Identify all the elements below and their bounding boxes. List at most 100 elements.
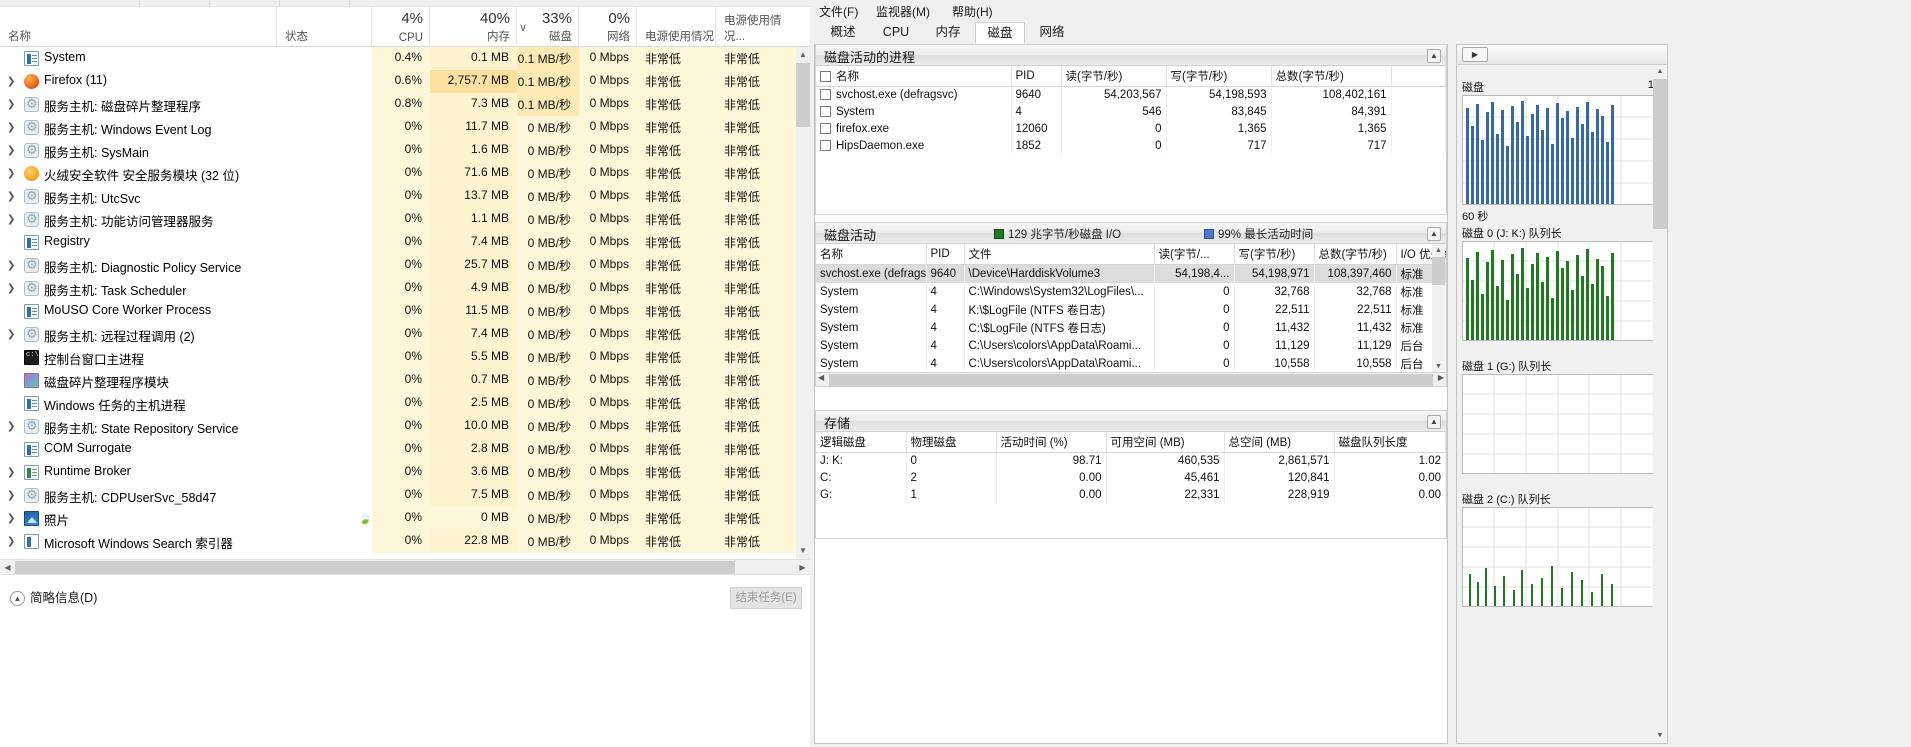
row-checkbox[interactable] — [820, 140, 831, 151]
expand-arrow-icon[interactable]: ❯ — [7, 283, 17, 294]
table-row[interactable]: ❯ 服务主机: CDPUserSvc_58d47 0% 7.5 MB 0 MB/秒 0 M… — [0, 484, 796, 507]
expand-arrow-icon[interactable]: ❯ — [7, 76, 17, 87]
menu-help[interactable]: 帮助(H) — [952, 3, 993, 20]
table-row[interactable]: Windows 任务的主机进程 0% 2.5 MB 0 MB/秒 0 Mbps 非常低 非常… — [0, 392, 796, 415]
table-row[interactable]: 磁盘碎片整理程序模块 0% 0.7 MB 0 MB/秒 0 Mbps 非常低 非常低 — [0, 369, 796, 392]
th-queue-length[interactable]: 磁盘队列长度 — [1334, 432, 1446, 453]
menu-monitor[interactable]: 监视器(M) — [876, 3, 930, 20]
th-free-space[interactable]: 可用空间 (MB) — [1106, 432, 1225, 453]
table-row[interactable]: ❯ 服务主机: Task Scheduler 0% 4.9 MB 0 MB/秒 0 Mbp… — [0, 277, 796, 300]
scroll-thumb-horizontal[interactable] — [829, 374, 1433, 386]
scroll-right-arrow[interactable]: ▶ — [795, 560, 810, 575]
tab-cpu[interactable]: CPU — [871, 22, 921, 44]
th-total[interactable]: 总数(字节/秒) — [1271, 66, 1392, 87]
column-header-network[interactable]: 0% 网络 — [579, 7, 637, 47]
disk-processes-table[interactable]: 名称 PID 读(字节/秒) 写(字节/秒) 总数(字节/秒) svchost.… — [816, 66, 1446, 155]
table-row[interactable]: System 4 C:\Windows\System32\LogFiles\... 0… — [816, 283, 1446, 301]
row-checkbox[interactable] — [820, 106, 831, 117]
table-row[interactable]: ❯ Microsoft Windows Search 索引器 0% 22.8 MB 0 … — [0, 530, 796, 553]
column-header-cpu[interactable]: 4% CPU — [372, 7, 430, 47]
row-checkbox[interactable] — [820, 123, 831, 134]
tab-overview[interactable]: 概述 — [815, 22, 871, 44]
column-header-power-usage[interactable]: 电源使用情况 — [637, 7, 716, 47]
graph-column-scrollbar[interactable]: ▲ ▼ — [1653, 65, 1667, 743]
table-row[interactable]: ❯ 照片 0% 0 MB 0 MB/秒 0 Mbps 非常低 非常低 — [0, 507, 796, 530]
views-button[interactable]: ▶ — [1462, 47, 1488, 62]
expand-arrow-icon[interactable]: ❯ — [7, 99, 17, 110]
scroll-up-arrow[interactable]: ▲ — [1653, 65, 1667, 79]
th-pid[interactable]: PID — [1011, 66, 1062, 87]
table-row[interactable]: ❯ 服务主机: Windows Event Log 0% 11.7 MB 0 MB/秒 0… — [0, 116, 796, 139]
scroll-up-arrow[interactable]: ▲ — [796, 47, 810, 63]
column-header-disk[interactable]: ∨ 33% 磁盘 — [517, 7, 579, 47]
row-checkbox[interactable] — [820, 89, 831, 101]
th-name[interactable]: 名称 — [816, 244, 927, 265]
tab-memory[interactable]: 内存 — [921, 22, 975, 44]
scroll-left-arrow[interactable]: ◀ — [0, 560, 15, 575]
select-all-checkbox[interactable] — [820, 71, 831, 82]
scroll-thumb[interactable] — [1653, 79, 1667, 229]
fewer-details-button[interactable]: ▲ 简略信息(D) — [10, 587, 97, 607]
scroll-down-arrow[interactable]: ▼ — [1432, 360, 1445, 372]
scroll-thumb-horizontal[interactable] — [15, 561, 735, 574]
th-name[interactable]: 名称 — [816, 66, 1012, 87]
expand-arrow-icon[interactable]: ❯ — [7, 421, 17, 432]
table-row[interactable]: ❯ Firefox (11) 0.6% 2,757.7 MB 0.1 MB/秒 0 Mbp… — [0, 70, 796, 93]
table-row[interactable]: System 4 546 83,845 84,391 — [816, 103, 1446, 121]
table-row[interactable]: ❯ 服务主机: 功能访问管理器服务 0% 1.1 MB 0 MB/秒 0 Mbps 非常低 非… — [0, 208, 796, 231]
expand-arrow-icon[interactable]: ❯ — [7, 467, 17, 478]
panel-header[interactable]: 磁盘活动的进程 ▲ — [815, 44, 1447, 66]
scroll-down-arrow[interactable]: ▼ — [1653, 729, 1667, 743]
table-row[interactable]: J: K: 0 98.71 460,535 2,861,571 1.02 — [816, 452, 1446, 470]
process-list[interactable]: System 0.4% 0.1 MB 0.1 MB/秒 0 Mbps 非常低 非常低 ❯ Fir… — [0, 47, 796, 559]
table-row[interactable]: ❯ Runtime Broker 0% 3.6 MB 0 MB/秒 0 Mbps 非常低 非常… — [0, 461, 796, 484]
th-file[interactable]: 文件 — [964, 244, 1155, 265]
th-physical-disk[interactable]: 物理磁盘 — [906, 432, 997, 453]
collapse-icon[interactable]: ▲ — [1427, 227, 1441, 241]
end-task-button[interactable]: 结束任务(E) — [730, 587, 802, 609]
table-row[interactable]: svchost.exe (defrags... 9640 \Device\Hardd… — [816, 264, 1446, 283]
table-row[interactable]: Registry 0% 7.4 MB 0 MB/秒 0 Mbps 非常低 非常低 — [0, 231, 796, 254]
expand-arrow-icon[interactable]: ❯ — [7, 122, 17, 133]
scroll-right-arrow[interactable]: ▶ — [1438, 373, 1444, 382]
th-write[interactable]: 写(字节/秒) — [1166, 66, 1272, 87]
table-row[interactable]: ❯ 服务主机: 磁盘碎片整理程序 0.8% 7.3 MB 0.1 MB/秒 0 Mbps 非… — [0, 93, 796, 116]
expand-arrow-icon[interactable]: ❯ — [7, 536, 17, 547]
table-row[interactable]: HipsDaemon.exe 1852 0 717 717 — [816, 137, 1446, 155]
table-row[interactable]: svchost.exe (defragsvc) 9640 54,203,567 54,… — [816, 86, 1446, 104]
table-row[interactable]: firefox.exe 12060 0 1,365 1,365 — [816, 120, 1446, 138]
scroll-thumb[interactable] — [1432, 257, 1445, 285]
table-row[interactable]: 控制台窗口主进程 0% 5.5 MB 0 MB/秒 0 Mbps 非常低 非常低 — [0, 346, 796, 369]
disk-activity-vertical-scrollbar[interactable]: ▲ ▼ — [1432, 244, 1445, 372]
column-header-status[interactable]: 状态 — [277, 7, 372, 47]
scroll-up-arrow[interactable]: ▲ — [1432, 244, 1445, 257]
th-write[interactable]: 写(字节/秒) — [1234, 244, 1315, 265]
table-row[interactable]: ❯ 服务主机: UtcSvc 0% 13.7 MB 0 MB/秒 0 Mbps 非常低 非常低 — [0, 185, 796, 208]
panel-header[interactable]: 存储 ▲ — [815, 410, 1447, 432]
expand-arrow-icon[interactable]: ❯ — [7, 490, 17, 501]
process-list-vertical-scrollbar[interactable]: ▲ ▼ — [796, 47, 810, 559]
table-row[interactable]: MoUSO Core Worker Process 0% 11.5 MB 0 MB/秒… — [0, 300, 796, 323]
table-row[interactable]: System 4 K:\$LogFile (NTFS 卷日志) 0 22,511 22,5… — [816, 301, 1446, 319]
table-row[interactable]: System 4 C:\Users\colors\AppData\Roami... 0… — [816, 337, 1446, 355]
panel-header[interactable]: 磁盘活动 129 兆字节/秒磁盘 I/O 99% 最长活动时间 ▲ — [815, 222, 1447, 244]
expand-arrow-icon[interactable]: ❯ — [7, 513, 17, 524]
tab-network[interactable]: 网络 — [1025, 22, 1079, 44]
column-header-name[interactable]: 名称 — [0, 7, 277, 47]
th-pid[interactable]: PID — [926, 244, 965, 265]
expand-arrow-icon[interactable]: ❯ — [7, 191, 17, 202]
scroll-down-arrow[interactable]: ▼ — [796, 543, 810, 559]
th-read[interactable]: 读(字节/秒) — [1061, 66, 1167, 87]
collapse-icon[interactable]: ▲ — [1427, 49, 1441, 63]
table-row[interactable]: System 4 C:\$LogFile (NTFS 卷日志) 0 11,432 11,4… — [816, 319, 1446, 337]
table-row[interactable]: C: 2 0.00 45,461 120,841 0.00 — [816, 469, 1446, 487]
menu-file[interactable]: 文件(F) — [819, 3, 858, 20]
table-row[interactable]: System 0.4% 0.1 MB 0.1 MB/秒 0 Mbps 非常低 非常低 — [0, 47, 796, 70]
disk-activity-horizontal-scrollbar[interactable]: ◀ ▶ — [815, 373, 1447, 387]
expand-arrow-icon[interactable]: ❯ — [7, 214, 17, 225]
column-header-power-trend[interactable]: 电源使用情况... — [716, 7, 796, 47]
table-row[interactable]: ❯ 服务主机: State Repository Service 0% 10.0 MB… — [0, 415, 796, 438]
disk-activity-table[interactable]: 名称 PID 文件 读(字节/... 写(字节/秒) 总数(字节/秒) I/O … — [816, 244, 1446, 372]
column-header-memory[interactable]: 40% 内存 — [430, 7, 517, 47]
table-row[interactable]: System 4 C:\Users\colors\AppData\Roami... 0… — [816, 355, 1446, 372]
